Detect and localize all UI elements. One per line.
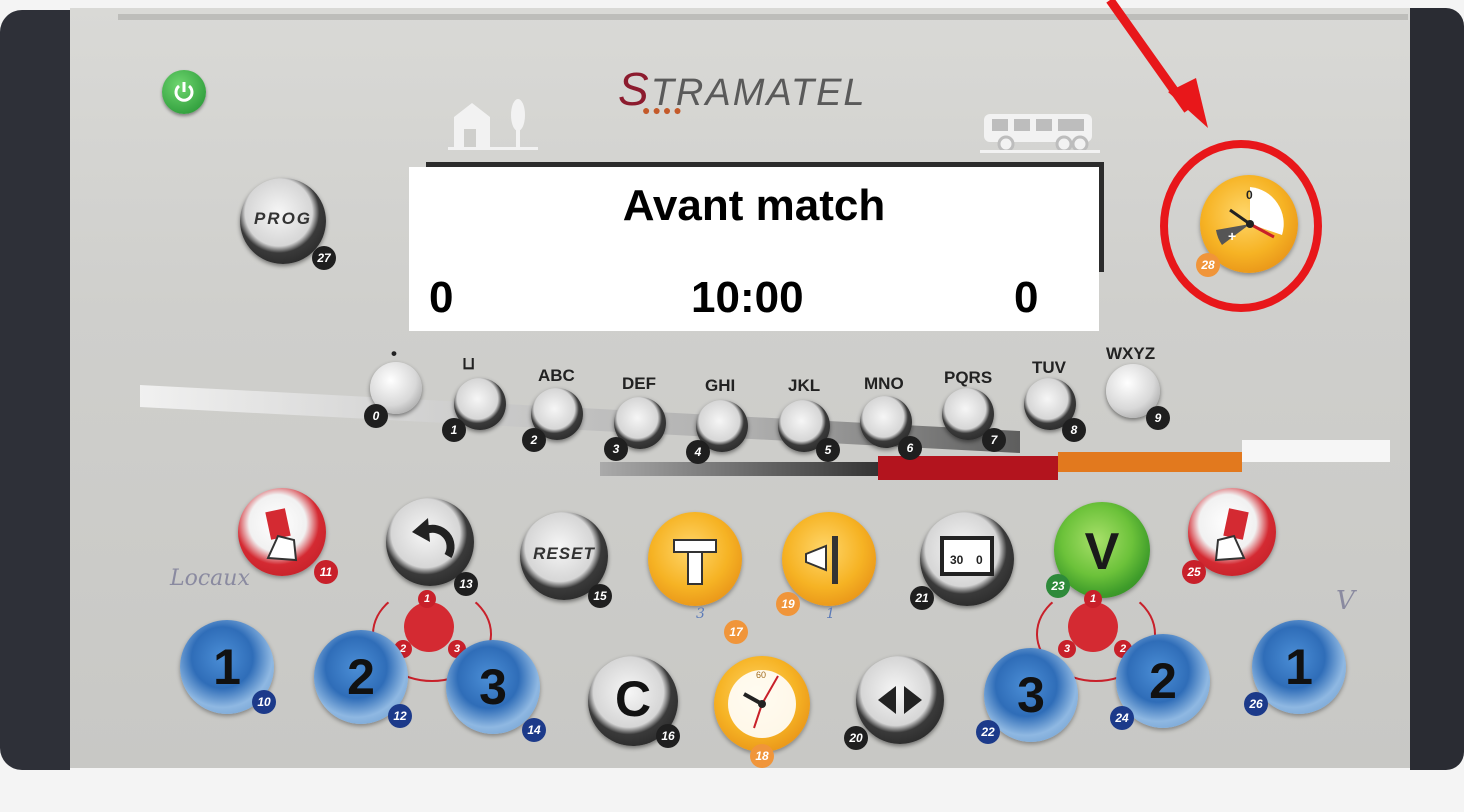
key-4-badge: 4 [686,440,710,464]
home-plus-3-badge: 14 [522,718,546,742]
key-4-letters: GHI [705,376,736,395]
key-3-badge: 3 [604,437,628,461]
key-6-badge: 6 [898,436,922,460]
red-card-home-button[interactable] [238,488,326,576]
key-9-badge: 9 [1146,406,1170,430]
key-1-badge: 1 [442,418,466,442]
left-right-arrows-icon [878,686,922,714]
timeout-hands-icon [673,539,717,585]
key-5-letters: JKL [788,376,821,395]
clear-badge: 16 [656,724,680,748]
chrono-top-mark: 60 [756,670,766,680]
power-button[interactable] [162,70,206,114]
swap-screen-left-text: 30 [950,553,964,567]
horn-megaphone-icon [805,536,838,584]
timeout-button[interactable] [648,512,742,606]
stopwatch-icon: 60 [728,670,796,738]
away-plus-2-badge: 24 [1110,706,1134,730]
home-plus-2-badge: 12 [388,704,412,728]
timeout-badge: 17 [724,620,748,644]
handwritten-note-timeout: 3 [696,606,705,622]
match-status-text: Avant match [622,181,886,230]
display-swap-icon: 30 0 [940,536,994,576]
key-6-letters: MNO [864,374,904,393]
home-fouls-icon [404,602,454,652]
key-5-badge: 5 [816,438,840,462]
frame-right [1410,8,1464,770]
key-7-badge: 7 [982,428,1006,452]
key-8-badge: 8 [1062,418,1086,442]
key-0-badge: 0 [364,404,388,428]
red-card-away-badge: 25 [1182,560,1206,584]
annotation-arrow-icon [1080,0,1220,155]
swap-display-badge: 21 [910,586,934,610]
reset-badge: 15 [588,584,612,608]
key-7-letters: PQRS [944,368,993,387]
away-plus-3-badge: 22 [976,720,1000,744]
scoreboard-display: Avant match 0 10:00 0 [409,167,1099,331]
arrows-badge: 20 [844,726,868,750]
horn-button[interactable] [782,512,876,606]
key-1-letters: ⊔ [462,354,476,373]
decor-stripe-orange [1058,452,1242,472]
key-2-letters: ABC [538,366,575,385]
key-0-letters: • [391,344,397,363]
swap-screen-right-text: 0 [976,553,983,567]
away-score: 0 [1014,273,1039,322]
red-card-icon [265,508,298,562]
key-9-letters: WXYZ [1106,344,1156,363]
away-fouls-icon [1068,602,1118,652]
chrono-badge: 18 [750,744,774,768]
handwritten-note-away: V [1336,586,1355,616]
decor-stripe-dark [600,462,880,476]
swap-display-button[interactable]: 30 0 [920,512,1014,606]
decor-stripe-white [1242,440,1390,462]
prog-badge: 27 [312,246,336,270]
decor-stripe-red [878,456,1058,480]
away-fouls-top: 1 [1084,590,1102,608]
frame-left [0,10,70,770]
away-fouls-left: 3 [1058,640,1076,658]
home-fouls-top: 1 [418,590,436,608]
left-right-arrows-button[interactable] [856,656,944,744]
handwritten-note-home: Locaux [170,566,250,591]
key-3-letters: DEF [622,374,656,393]
home-score: 0 [429,273,454,322]
key-2-badge: 2 [522,428,546,452]
red-card-home-badge: 11 [314,560,338,584]
away-plus-1-badge: 26 [1244,692,1268,716]
home-team-icon [448,95,538,160]
annotation-highlight-circle [1160,140,1322,312]
key-8-letters: TUV [1032,358,1066,377]
match-timer: 10:00 [691,273,804,322]
horn-badge: 19 [776,592,800,616]
brand-logo-dots: ●●●● [642,102,684,118]
power-icon [174,82,194,102]
chrono-start-stop-button[interactable]: 60 [714,656,810,752]
home-plus-1-badge: 10 [252,690,276,714]
handwritten-note-horn: 1 [826,606,835,622]
